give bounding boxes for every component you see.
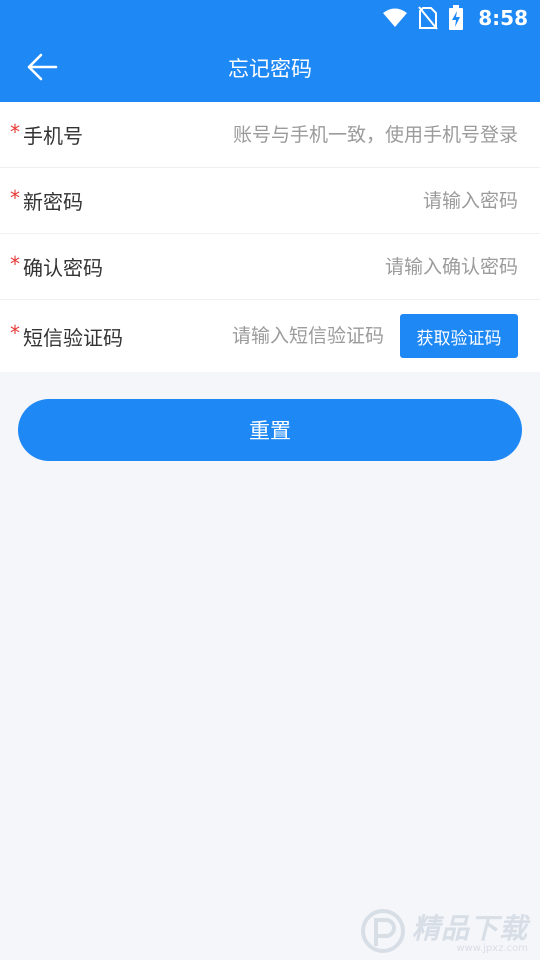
header: 8:58 忘记密码 (0, 0, 540, 102)
status-bar: 8:58 (0, 0, 540, 36)
no-sim-icon (418, 6, 439, 30)
status-icons: 8:58 (382, 4, 528, 32)
new-password-input[interactable] (95, 189, 518, 212)
watermark-title: 精品下载 (411, 912, 528, 945)
sms-code-row: * 短信验证码 获取验证码 (0, 300, 540, 372)
reset-button[interactable]: 重置 (18, 399, 522, 461)
forgot-password-screen: 8:58 忘记密码 * 手机号 * 新密码 * 确认密码 (0, 0, 540, 960)
confirm-password-input[interactable] (115, 255, 518, 278)
phone-row: * 手机号 (0, 102, 540, 168)
required-mark: * (10, 251, 20, 276)
sms-code-label: 短信验证码 (23, 325, 123, 350)
phone-label: 手机号 (23, 124, 83, 148)
status-time: 8:58 (478, 6, 528, 30)
page-title: 忘记密码 (228, 57, 312, 81)
required-mark: * (10, 321, 20, 345)
watermark-url: www.jpxz.com (456, 943, 528, 954)
watermark: 精品下载 www.jpxz.com (360, 907, 528, 954)
new-password-row: * 新密码 (0, 168, 540, 234)
app-bar: 忘记密码 (0, 36, 540, 102)
reset-password-form: * 手机号 * 新密码 * 确认密码 * 短信验证码 获取验证码 (0, 102, 540, 372)
battery-charging-icon (448, 5, 464, 31)
confirm-password-label: 确认密码 (23, 256, 103, 280)
get-sms-code-button[interactable]: 获取验证码 (400, 314, 518, 358)
required-mark: * (10, 119, 20, 144)
arrow-left-icon (25, 52, 59, 86)
back-button[interactable] (18, 48, 66, 90)
phone-input[interactable] (95, 123, 518, 146)
required-mark: * (10, 185, 20, 210)
sms-code-input[interactable] (135, 325, 384, 347)
watermark-logo-icon (360, 908, 405, 953)
confirm-password-row: * 确认密码 (0, 234, 540, 300)
new-password-label: 新密码 (23, 190, 83, 214)
wifi-icon (382, 7, 408, 29)
